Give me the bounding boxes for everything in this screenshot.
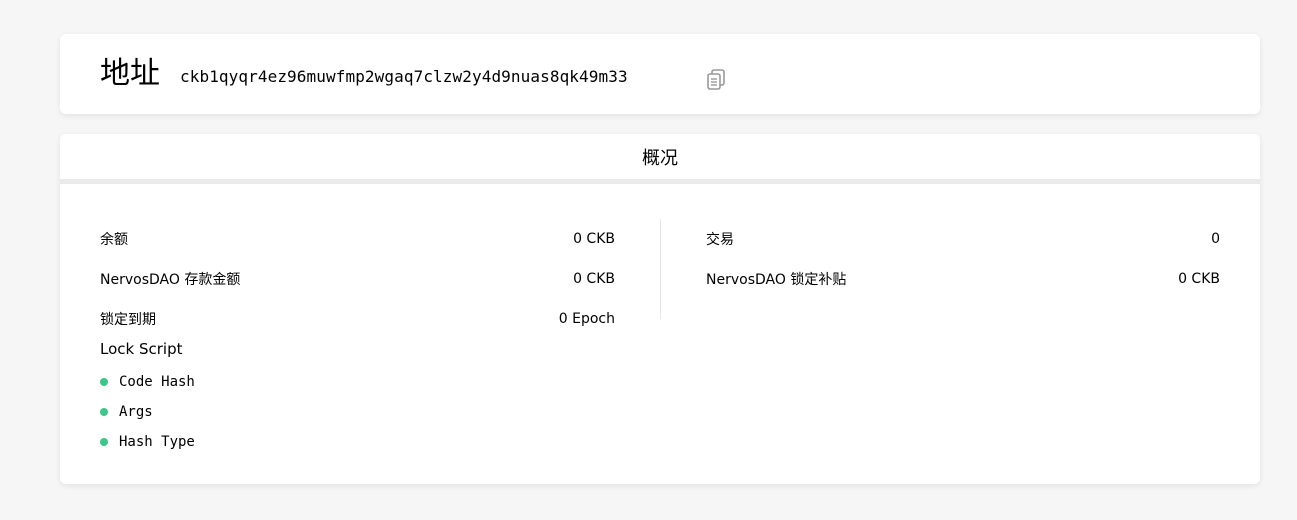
address-hash: ckb1qyqr4ez96muwfmp2wgaq7clzw2y4d9nuas8q… <box>180 67 628 86</box>
overview-title: 概况 <box>60 134 1260 184</box>
overview-card: 概况 余额 0 CKB NervosDAO 存款金额 0 CKB 锁定到期 0 … <box>60 134 1260 484</box>
dao-deposit-label: NervosDAO 存款金额 <box>100 272 241 288</box>
lock-item-label: Hash Type <box>119 434 195 450</box>
lock-item-label: Code Hash <box>119 374 195 390</box>
lock-item-code-hash[interactable]: Code Hash <box>100 367 195 397</box>
lock-script-section: Lock Script Code Hash Args Hash Type <box>100 339 195 457</box>
column-divider <box>660 219 661 319</box>
dao-compensation-label: NervosDAO 锁定补贴 <box>706 272 847 288</box>
overview-left-column: 余额 0 CKB NervosDAO 存款金额 0 CKB 锁定到期 0 Epo… <box>100 219 615 339</box>
transactions-label: 交易 <box>706 232 734 248</box>
address-title: 地址 <box>100 56 160 91</box>
bullet-dot-icon <box>100 378 108 386</box>
balance-row: 余额 0 CKB <box>100 219 615 259</box>
bullet-dot-icon <box>100 408 108 416</box>
transactions-row: 交易 0 <box>706 219 1220 259</box>
lock-until-label: 锁定到期 <box>100 312 156 328</box>
dao-compensation-row: NervosDAO 锁定补贴 0 CKB <box>706 259 1220 299</box>
dao-deposit-value: 0 CKB <box>573 271 615 287</box>
dao-compensation-value: 0 CKB <box>1178 271 1220 287</box>
address-card: 地址 ckb1qyqr4ez96muwfmp2wgaq7clzw2y4d9nua… <box>60 34 1260 114</box>
lock-item-hash-type[interactable]: Hash Type <box>100 427 195 457</box>
bullet-dot-icon <box>100 438 108 446</box>
lock-until-row: 锁定到期 0 Epoch <box>100 299 615 339</box>
lock-until-value: 0 Epoch <box>558 311 615 327</box>
dao-deposit-row: NervosDAO 存款金额 0 CKB <box>100 259 615 299</box>
copy-icon-graphic <box>707 69 725 90</box>
lock-item-args[interactable]: Args <box>100 397 195 427</box>
transactions-value: 0 <box>1211 231 1220 247</box>
balance-label: 余额 <box>100 232 128 248</box>
overview-right-column: 交易 0 NervosDAO 锁定补贴 0 CKB <box>706 219 1220 299</box>
balance-value: 0 CKB <box>573 231 615 247</box>
lock-script-title: Lock Script <box>100 340 183 358</box>
copy-icon[interactable] <box>706 68 728 92</box>
lock-item-label: Args <box>119 404 153 420</box>
